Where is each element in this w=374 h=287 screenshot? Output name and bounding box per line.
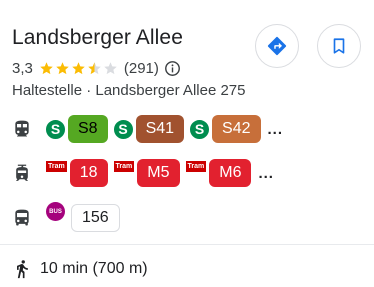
line-chip-s8[interactable]: S8 — [68, 115, 108, 143]
more-lines-indicator: ... — [267, 120, 284, 138]
line-chip-18[interactable]: 18 — [69, 159, 108, 187]
train-icon — [15, 120, 29, 137]
review-count: (291) — [123, 60, 159, 77]
walking-icon — [17, 260, 28, 279]
rating-stars — [39, 61, 119, 76]
place-card: Landsberger Allee 3,3 (291) Haltestelle … — [0, 0, 374, 287]
line-chip-s42[interactable]: S42 — [212, 115, 261, 143]
line-chip-s41[interactable]: S41 — [135, 115, 185, 143]
walking-distance-row[interactable]: 10 min (700 m) — [12, 259, 148, 279]
star-icon — [40, 62, 53, 75]
sbahn-lines-row: S S8 S S41 S S42 ... — [12, 115, 283, 143]
empty-star-icon — [104, 62, 117, 75]
sbahn-logo: S — [46, 119, 65, 139]
bus-icon — [15, 209, 29, 226]
line-chip-m5[interactable]: M5 — [137, 159, 180, 187]
sbahn-logo: S — [190, 119, 210, 139]
save-button[interactable] — [317, 24, 361, 68]
place-title: Landsberger Allee — [12, 26, 183, 49]
walking-time: 10 min (700 m) — [40, 260, 148, 277]
directions-button[interactable] — [255, 24, 299, 68]
tram-icon — [16, 164, 28, 181]
tram-logo: Tram — [113, 161, 135, 172]
place-subtitle: Haltestelle · Landsberger Allee 275 — [12, 82, 246, 99]
directions-icon — [267, 36, 287, 56]
rating-row[interactable]: 3,3 (291) — [12, 60, 181, 77]
sbahn-logo: S — [113, 119, 133, 139]
tram-logo: Tram — [185, 161, 207, 172]
rating-value: 3,3 — [12, 60, 33, 77]
line-chip-156[interactable]: 156 — [71, 204, 120, 232]
divider — [0, 244, 374, 245]
bus-lines-row: BUS 156 — [12, 202, 126, 232]
bookmark-icon — [333, 38, 345, 54]
star-icon — [56, 62, 69, 75]
star-icon — [72, 62, 85, 75]
half-star-icon — [88, 62, 101, 75]
tram-logo: Tram — [46, 161, 67, 172]
more-lines-indicator: ... — [258, 164, 274, 182]
info-icon[interactable] — [164, 60, 181, 77]
bus-logo: BUS — [46, 202, 65, 221]
line-chip-m6[interactable]: M6 — [209, 159, 252, 187]
tram-lines-row: Tram 18 Tram M5 Tram M6 ... — [12, 159, 274, 187]
